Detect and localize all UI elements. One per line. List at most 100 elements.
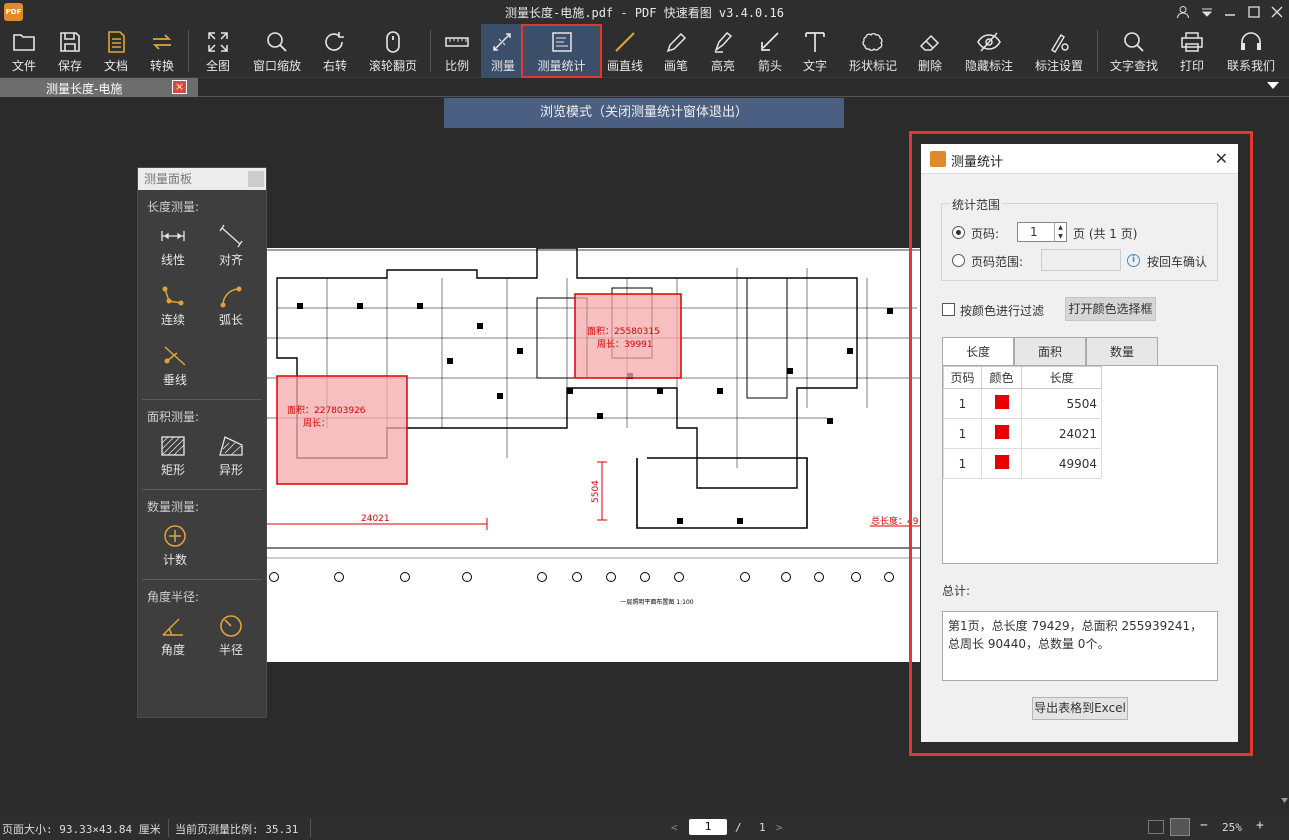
stepper-arrows-icon[interactable]: ▲ ▼ [1054, 223, 1066, 241]
toolbar-arrow-button[interactable]: 箭头 [750, 24, 790, 78]
toolbar-line-button[interactable]: 画直线 [604, 24, 646, 78]
toolbar-text-button[interactable]: 文字 [795, 24, 835, 78]
tab-document[interactable]: 测量长度-电施 × [0, 78, 198, 97]
area-section-title: 面积测量: [147, 410, 200, 424]
toolbar-document-button[interactable]: 文档 [96, 24, 136, 78]
toolbar-hide-annotations-button[interactable]: 隐藏标注 [960, 24, 1018, 78]
menu-dropdown-icon[interactable] [1196, 2, 1218, 22]
table-row[interactable]: 1 5504 [943, 388, 1102, 419]
vertical-scrollbar[interactable] [1280, 98, 1289, 820]
open-color-picker-button[interactable]: 打开颜色选择框 [1065, 297, 1156, 321]
toolbar-convert-button[interactable]: 转换 [142, 24, 182, 78]
toolbar-save-button[interactable]: 保存 [50, 24, 90, 78]
mouse-wheel-icon [386, 31, 400, 53]
rotate-right-icon [325, 32, 344, 51]
toolbar-window-zoom-button[interactable]: 窗口缩放 [248, 24, 306, 78]
zoom-in-icon[interactable]: + [1256, 818, 1264, 833]
count-tool[interactable]: 计数 [149, 515, 201, 575]
page-radio[interactable] [952, 226, 965, 239]
color-swatch [994, 455, 1009, 469]
toolbar-fullview-button[interactable]: 全图 [198, 24, 238, 78]
toolbar-highlight-button[interactable]: 高亮 [703, 24, 743, 78]
export-excel-button[interactable]: 导出表格到Excel [1032, 697, 1128, 720]
measure-panel-close-icon[interactable] [248, 171, 264, 187]
toolbar-delete-button[interactable]: 删除 [910, 24, 950, 78]
eraser-icon [919, 34, 940, 51]
current-page-input[interactable]: 1 [689, 819, 727, 835]
toolbar-file-button[interactable]: 文件 [4, 24, 44, 78]
single-page-view-icon[interactable] [1170, 818, 1190, 836]
pdf-drawing-page[interactable]: 面积：25580315 周长：39991 面积：227803926 周长： 24… [267, 248, 920, 662]
enter-confirm-hint: 按回车确认 [1147, 255, 1208, 269]
toolbar-rotate-button[interactable]: 右转 [315, 24, 355, 78]
minimize-icon[interactable] [1219, 2, 1241, 22]
stats-range-title: 统计范围 [950, 196, 1003, 213]
dual-page-view-icon[interactable] [1148, 820, 1164, 834]
continuous-measure-tool[interactable]: 连续 [147, 275, 199, 335]
cloud-shape-icon [862, 33, 883, 51]
tab-list-dropdown-icon[interactable] [1267, 82, 1279, 89]
row-page: 1 [943, 418, 982, 449]
toolbar-scale-button[interactable]: 比例 [437, 24, 477, 78]
table-row[interactable]: 1 24021 [943, 418, 1102, 449]
perpendicular-measure-tool[interactable]: 垂线 [149, 335, 201, 395]
color-filter-checkbox[interactable] [942, 303, 955, 316]
rectangle-area-tool[interactable]: 矩形 [147, 425, 199, 485]
radius-tool[interactable]: 半径 [205, 605, 257, 665]
zoom-out-icon[interactable]: − [1200, 818, 1208, 833]
page-number-stepper[interactable]: 1 ▲ ▼ [1017, 222, 1067, 242]
row-length: 49904 [1021, 448, 1102, 479]
arc-measure-icon [220, 286, 242, 308]
page-range-input[interactable] [1041, 249, 1121, 271]
page-count-text: 页 (共 1 页) [1073, 227, 1138, 241]
color-filter-label: 按颜色进行过滤 [960, 304, 1045, 318]
toolbar-contact-button[interactable]: 联系我们 [1222, 24, 1280, 78]
irregular-area-tool[interactable]: 异形 [205, 425, 257, 485]
search-icon [1124, 32, 1144, 52]
arc-measure-tool[interactable]: 弧长 [205, 275, 257, 335]
toolbar-annotation-settings-button[interactable]: 标注设置 [1028, 24, 1090, 78]
tab-close-icon[interactable]: × [172, 80, 187, 94]
info-icon: i [1127, 254, 1140, 267]
length-section-title: 长度测量: [147, 200, 200, 214]
toolbar-shape-mark-button[interactable]: 形状标记 [846, 24, 900, 78]
angle-tool[interactable]: 角度 [147, 605, 199, 665]
area-label-2: 面积：227803926 [287, 404, 366, 416]
prev-page-icon[interactable]: < [671, 821, 678, 834]
toolbar-print-button[interactable]: 打印 [1172, 24, 1212, 78]
zoom-icon [267, 32, 287, 52]
aligned-measure-tool[interactable]: 对齐 [205, 215, 257, 275]
user-icon[interactable] [1172, 2, 1194, 22]
next-page-icon[interactable]: > [776, 821, 783, 834]
total-label: 总计: [942, 584, 971, 598]
toolbar-pen-button[interactable]: 画笔 [656, 24, 696, 78]
measure-icon [493, 33, 511, 51]
measure-panel: 测量面板 长度测量: 线性 对齐 连续 弧长 垂线 面积测量: 矩形 异形 数量… [137, 167, 267, 718]
total-pages: 1 [759, 821, 766, 834]
tab-count[interactable]: 数量 [1086, 337, 1158, 366]
eye-hide-icon [977, 32, 1001, 52]
maximize-icon[interactable] [1243, 2, 1265, 22]
zoom-level: 25% [1222, 821, 1242, 834]
save-icon [60, 32, 80, 52]
toolbar-measure-button[interactable]: 测量 [481, 24, 525, 78]
page-range-radio[interactable] [952, 254, 965, 267]
toolbar-wheel-page-button[interactable]: 滚轮翻页 [364, 24, 422, 78]
line-icon [615, 32, 635, 52]
total-summary-textbox[interactable]: 第1页，总长度 79429，总面积 255939241，总周长 90440，总数… [942, 611, 1218, 681]
plan-title: 一层照明平面布置图 1:100 [620, 598, 693, 606]
table-row[interactable]: 1 49904 [943, 448, 1102, 479]
stats-close-icon[interactable]: ✕ [1215, 149, 1228, 168]
angle-icon [162, 618, 183, 636]
browse-mode-banner: 浏览模式（关闭测量统计窗体退出） [444, 98, 844, 128]
area-label-1: 面积：25580315 [587, 325, 660, 337]
angle-section-title: 角度半径: [147, 590, 200, 604]
measure-stats-dialog: 测量统计 ✕ 统计范围 页码: 1 ▲ ▼ 页 (共 1 页) 页码范围: i 按… [921, 144, 1238, 742]
perpendicular-measure-icon [164, 346, 186, 366]
tab-length[interactable]: 长度 [942, 337, 1014, 366]
toolbar-text-search-button[interactable]: 文字查找 [1105, 24, 1163, 78]
toolbar-measure-stats-button[interactable]: 测量统计 [521, 24, 602, 78]
close-window-icon[interactable] [1266, 2, 1288, 22]
tab-area[interactable]: 面积 [1014, 337, 1086, 366]
linear-measure-tool[interactable]: 线性 [147, 215, 199, 275]
